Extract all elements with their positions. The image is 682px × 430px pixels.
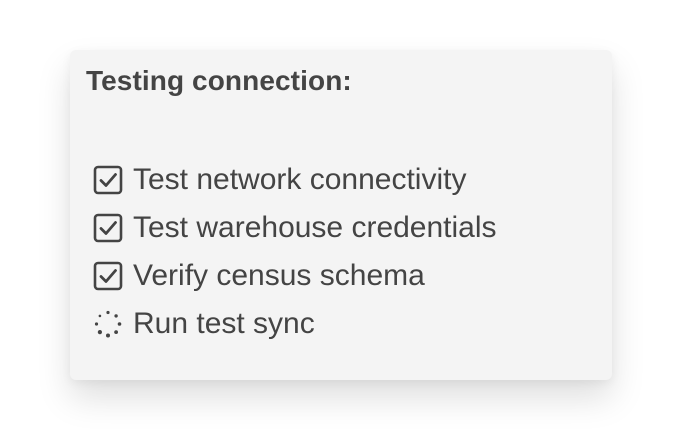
checkbox-checked-icon (92, 212, 124, 244)
connection-test-steps: Test network connectivity Test warehouse… (92, 156, 497, 348)
panel-title: Testing connection: (86, 65, 352, 96)
step-run-test-sync: Run test sync (92, 300, 497, 348)
step-verify-census-schema: Verify census schema (92, 252, 497, 300)
checkbox-checked-icon (92, 260, 124, 292)
spinner-icon (92, 308, 124, 340)
step-test-warehouse-credentials: Test warehouse credentials (92, 204, 497, 252)
step-label: Test warehouse credentials (133, 211, 497, 244)
step-label: Verify census schema (133, 259, 425, 292)
step-test-network-connectivity: Test network connectivity (92, 156, 497, 204)
step-label: Run test sync (133, 307, 315, 340)
step-label: Test network connectivity (133, 163, 467, 196)
testing-connection-panel: Testing connection: Test network connect… (70, 50, 612, 380)
checkbox-checked-icon (92, 164, 124, 196)
